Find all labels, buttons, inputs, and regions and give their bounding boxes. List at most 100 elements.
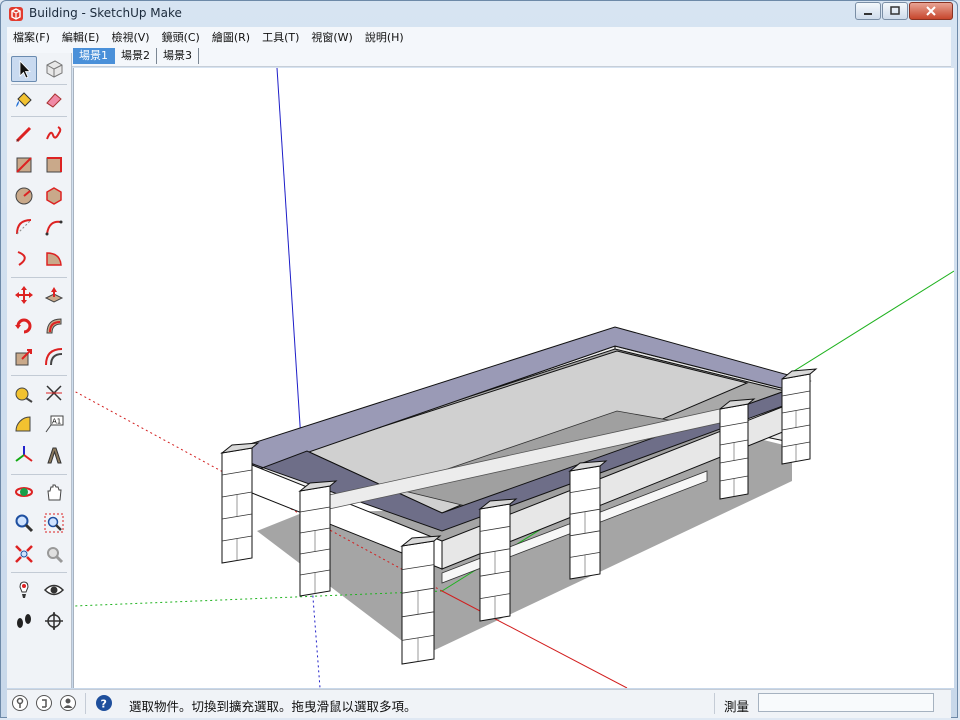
arc-tool[interactable] (11, 214, 37, 240)
scene-tabs-bar: 場景1 場景2 場景3 (7, 46, 951, 67)
axes-tool[interactable] (11, 442, 37, 468)
rotated-rectangle-icon (46, 157, 62, 173)
tape-measure-icon (15, 387, 33, 403)
sketchup-app-icon[interactable] (8, 6, 24, 22)
menu-edit[interactable]: 編輯(E) (56, 29, 106, 45)
menu-view[interactable]: 檢視(V) (105, 29, 155, 45)
help-icon[interactable]: ? (95, 694, 113, 712)
rectangle-tool[interactable] (11, 152, 37, 178)
two-point-arc-icon (45, 220, 63, 236)
eraser-icon (46, 93, 62, 108)
menu-file[interactable]: 檔案(F) (7, 29, 56, 45)
look-around-tool[interactable] (41, 577, 67, 603)
protractor-tool[interactable] (11, 411, 37, 437)
status-message: 選取物件。切換到擴充選取。拖曳滑鼠以選取多項。 (129, 699, 417, 714)
footprints-icon (17, 614, 31, 628)
arc-icon (16, 219, 32, 235)
paint-bucket-tool[interactable] (11, 87, 37, 113)
menu-bar: 檔案(F) 編輯(E) 檢視(V) 鏡頭(C) 繪圖(R) 工具(T) 視窗(W… (7, 27, 951, 47)
scale-tool[interactable] (11, 344, 37, 370)
circle-tool[interactable] (11, 183, 37, 209)
pie-icon (46, 252, 62, 266)
zoom-window-tool[interactable] (41, 510, 67, 536)
tape-measure-tool[interactable] (11, 380, 37, 406)
orbit-tool[interactable] (11, 479, 37, 505)
blue-axis-line (276, 68, 303, 457)
rotated-rectangle-tool[interactable] (41, 152, 67, 178)
select-tool[interactable] (11, 56, 37, 82)
scale-icon (15, 349, 32, 366)
close-button[interactable] (909, 2, 953, 20)
arrow-cursor-icon (19, 60, 31, 79)
previous-view-tool[interactable] (41, 541, 67, 567)
section-plane-icon (45, 612, 63, 630)
menu-draw[interactable]: 繪圖(R) (206, 29, 256, 45)
follow-me-icon (46, 318, 62, 334)
offset-tool[interactable] (41, 344, 67, 370)
tab-scene-3[interactable]: 場景3 (157, 48, 199, 64)
walk-tool[interactable] (11, 608, 37, 634)
minimize-button[interactable] (855, 2, 881, 20)
menu-help[interactable]: 說明(H) (359, 29, 410, 45)
rectangle-icon (16, 157, 32, 173)
push-pull-icon (44, 287, 64, 303)
push-pull-tool[interactable] (41, 282, 67, 308)
geo-location-icon[interactable] (11, 694, 29, 712)
tab-scene-1[interactable]: 場景1 (73, 48, 115, 64)
minimize-icon (864, 13, 872, 15)
modeling-viewport[interactable] (73, 68, 954, 688)
position-camera-tool[interactable] (11, 577, 37, 603)
large-tool-set: A1 (7, 53, 72, 688)
3d-text-tool[interactable] (41, 442, 67, 468)
3d-model-canvas[interactable] (74, 68, 954, 688)
move-tool[interactable] (11, 282, 37, 308)
user-account-icon[interactable] (59, 694, 77, 712)
magnifier-icon (15, 514, 34, 533)
menu-tools[interactable]: 工具(T) (256, 29, 305, 45)
hand-icon (47, 484, 62, 501)
pan-tool[interactable] (41, 479, 67, 505)
window-title: Building - SketchUp Make (29, 6, 182, 20)
text-tool[interactable]: A1 (41, 411, 67, 437)
move-arrows-icon (15, 286, 33, 304)
three-point-arc-icon (17, 251, 26, 266)
rotate-tool[interactable] (11, 313, 37, 339)
measurements-label: 測量 (724, 699, 750, 714)
line-tool[interactable] (11, 121, 37, 147)
tab-scene-2[interactable]: 場景2 (115, 48, 157, 64)
dimension-icon (46, 385, 62, 401)
zoom-extents-icon (15, 545, 33, 563)
column-7 (781, 368, 818, 465)
freehand-tool[interactable] (41, 121, 67, 147)
eraser-tool[interactable] (41, 87, 67, 113)
zoom-extents-tool[interactable] (11, 541, 37, 567)
previous-view-icon (47, 547, 64, 564)
maximize-button[interactable] (882, 2, 908, 20)
credits-icon[interactable] (35, 694, 53, 712)
dimension-tool[interactable] (41, 380, 67, 406)
eye-icon (43, 584, 65, 596)
two-point-arc-tool[interactable] (41, 214, 67, 240)
svg-text:A1: A1 (52, 418, 61, 426)
title-bar[interactable]: Building - SketchUp Make (1, 1, 957, 27)
orbit-icon (15, 487, 33, 497)
menu-window[interactable]: 視窗(W) (305, 29, 358, 45)
follow-me-tool[interactable] (41, 313, 67, 339)
polygon-icon (46, 187, 62, 205)
protractor-icon (15, 416, 31, 432)
make-component-tool[interactable] (41, 56, 67, 82)
red-axis-line (441, 590, 628, 688)
polygon-tool[interactable] (41, 183, 67, 209)
section-plane-tool[interactable] (41, 608, 67, 634)
component-box-icon (46, 60, 63, 78)
svg-text:?: ? (101, 698, 107, 711)
zoom-tool[interactable] (11, 510, 37, 536)
paint-bucket-icon (16, 92, 32, 107)
three-point-arc-tool[interactable] (11, 245, 37, 271)
pie-tool[interactable] (41, 245, 67, 271)
measurements-input[interactable] (758, 693, 934, 712)
status-bar: ? 選取物件。切換到擴充選取。拖曳滑鼠以選取多項。 測量 (7, 689, 951, 718)
column-3 (400, 535, 442, 665)
menu-camera[interactable]: 鏡頭(C) (156, 29, 206, 45)
freehand-squiggle-icon (46, 126, 62, 140)
